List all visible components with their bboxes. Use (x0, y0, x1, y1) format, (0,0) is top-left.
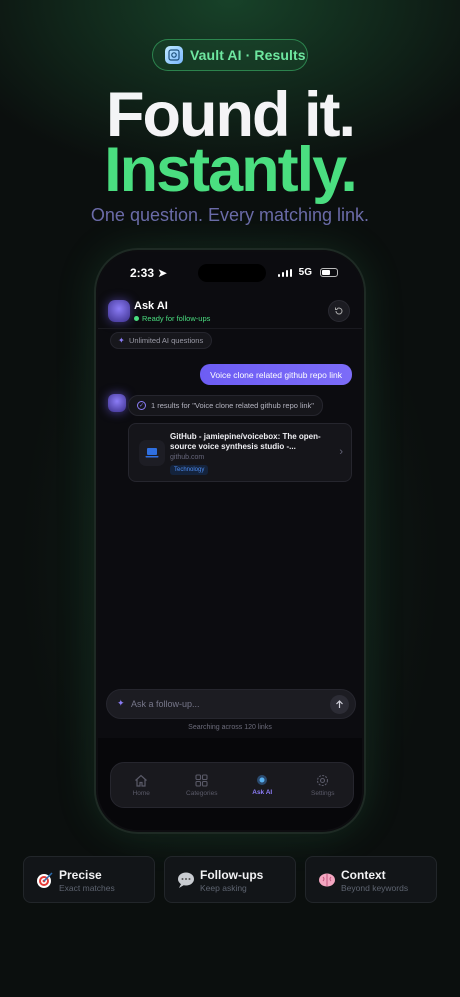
ready-status: Ready for follow-ups (134, 314, 210, 323)
home-icon (135, 774, 148, 787)
gear-icon (317, 774, 329, 786)
quota-chip: ✦ Unlimited AI questions (110, 332, 213, 349)
result-domain: github.com (170, 454, 205, 461)
chat-header: Ask AI Ready for follow-ups (98, 296, 362, 332)
ai-orb-icon (257, 775, 268, 785)
signal-icon (277, 269, 292, 277)
send-button[interactable] (330, 695, 349, 714)
chevron-right-icon: › (339, 446, 343, 458)
tab-ask-ai[interactable]: Ask AI (232, 763, 293, 807)
result-title: GitHub - jamiepine/voicebox: The open-so… (170, 432, 321, 451)
feature-card-context: Context Beyond keywords (305, 856, 437, 903)
network-label: 5G (298, 267, 312, 278)
status-time: 2:33 ➤ (130, 266, 168, 280)
bottom-nav-area: Home Categories Ask AI Settings (98, 738, 362, 830)
header-divider (98, 328, 362, 329)
sparkle-icon: ✦ (117, 698, 125, 708)
target-icon (37, 872, 53, 888)
tab-settings[interactable]: Settings (293, 763, 354, 807)
user-message-bubble: Voice clone related github repo link (200, 364, 352, 385)
subtitle: One question. Every matching link. (90, 205, 370, 225)
feature-card-precise: Precise Exact matches (23, 856, 155, 903)
result-card[interactable]: GitHub - jamiepine/voicebox: The open-so… (128, 423, 352, 482)
laptop-icon (139, 440, 165, 466)
brain-icon (319, 873, 335, 887)
tab-bar: Home Categories Ask AI Settings (110, 762, 354, 808)
ai-avatar-icon (108, 300, 130, 322)
phone-mockup: 2:33 ➤ 5G Ask AI Ready for follow-ups ✦ … (94, 248, 366, 834)
followup-composer: ✦ (106, 689, 356, 719)
badge-label: Vault AI · Results (190, 47, 306, 63)
search-scope-note: Searching across 120 links (188, 724, 272, 731)
result-tag: Technology (170, 465, 209, 475)
app-badge: Vault AI · Results (152, 39, 308, 71)
arrow-up-icon (336, 700, 343, 708)
speech-bubble-icon (178, 872, 194, 888)
tab-categories[interactable]: Categories (172, 763, 233, 807)
followup-input[interactable] (131, 696, 311, 712)
vault-logo-icon (165, 46, 183, 64)
status-bar: 2:33 ➤ 5G (98, 264, 362, 284)
sparkle-icon: ✦ (118, 336, 125, 345)
results-summary: ✓ 1 results for "Voice clone related git… (128, 395, 323, 416)
refresh-icon (335, 307, 343, 315)
phone-screen: 2:33 ➤ 5G Ask AI Ready for follow-ups ✦ … (98, 252, 362, 830)
battery-icon (320, 268, 338, 277)
location-arrow-icon: ➤ (157, 266, 168, 280)
grid-icon (195, 773, 208, 787)
dynamic-island (198, 264, 266, 282)
ai-avatar-icon (108, 394, 126, 412)
chat-title: Ask AI (134, 300, 168, 312)
feature-card-followups: Follow-ups Keep asking (164, 856, 296, 903)
headline-line-2: Instantly. (104, 135, 358, 205)
tab-home[interactable]: Home (111, 763, 172, 807)
reset-chat-button[interactable] (328, 300, 350, 322)
check-circle-icon: ✓ (137, 401, 146, 410)
